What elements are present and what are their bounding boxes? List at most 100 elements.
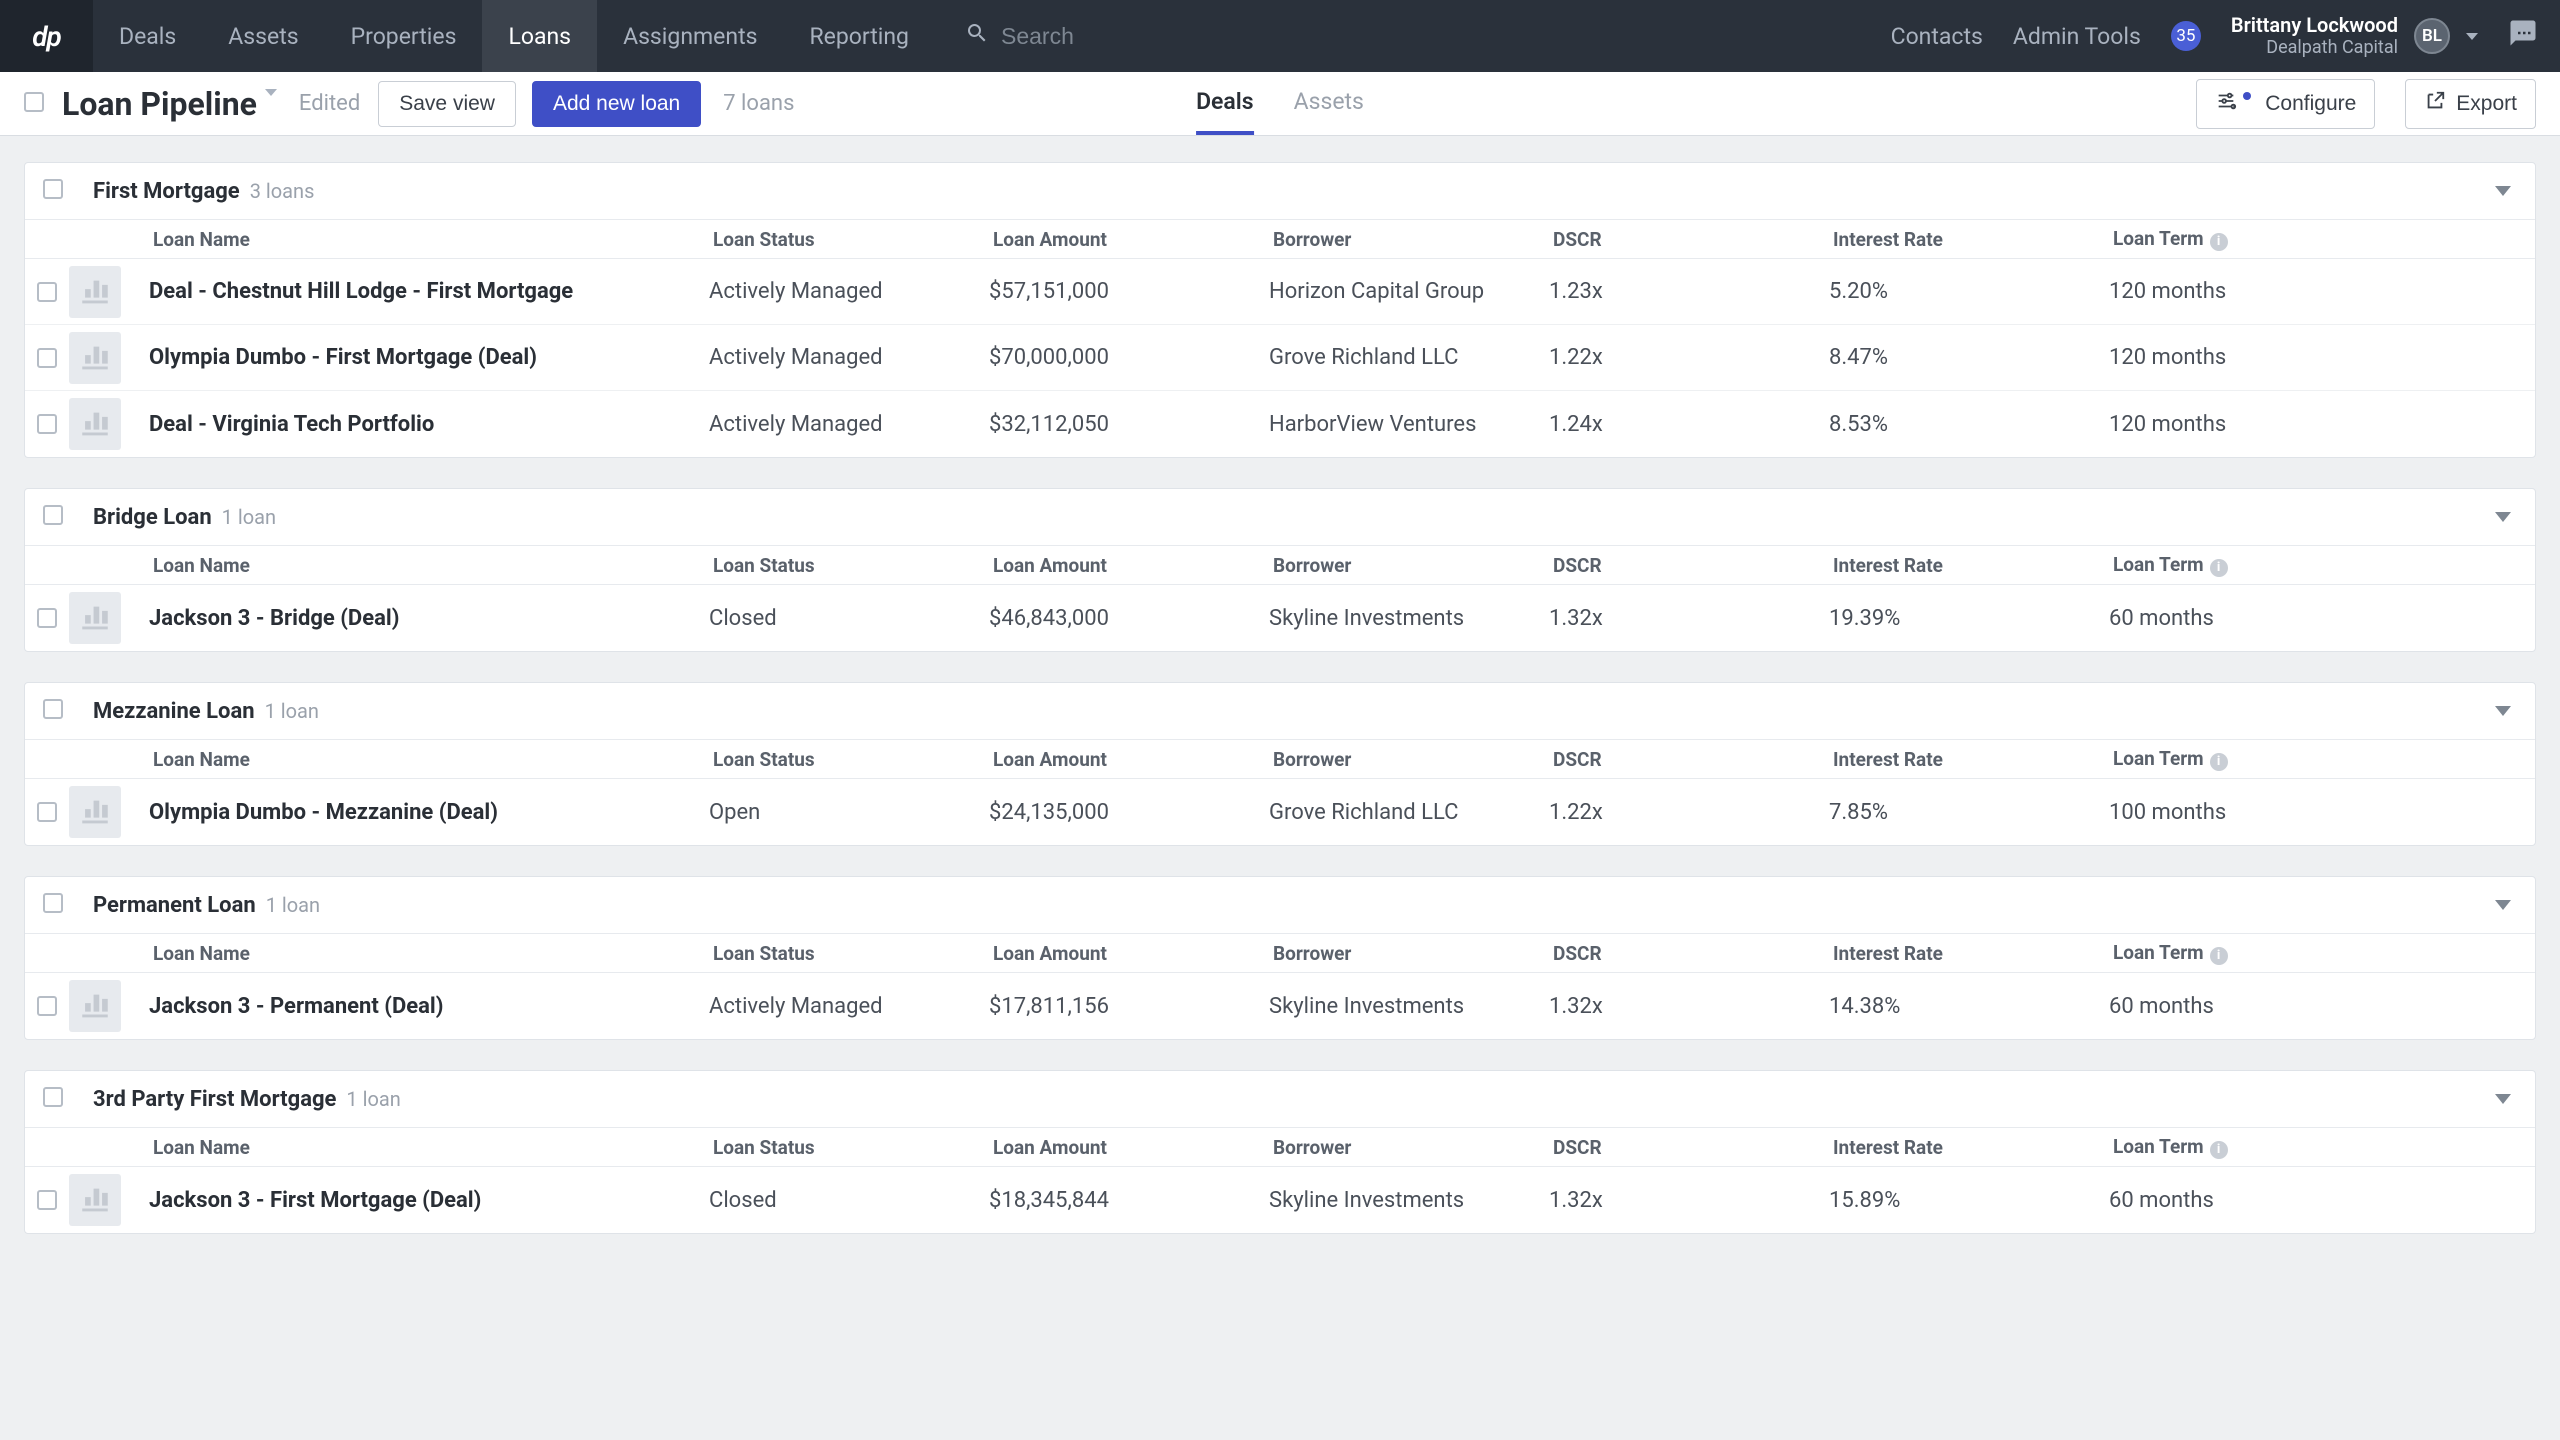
loan-name-link[interactable]: Deal - Virginia Tech Portfolio: [149, 412, 709, 437]
loan-borrower: Grove Richland LLC: [1269, 345, 1549, 370]
tab-deals[interactable]: Deals: [1196, 72, 1254, 135]
building-icon: [69, 332, 121, 384]
group-title: Permanent Loan: [93, 893, 256, 918]
tab-assets[interactable]: Assets: [1294, 72, 1364, 135]
column-header[interactable]: Borrower: [1269, 228, 1549, 251]
logo[interactable]: dp: [0, 0, 93, 72]
loan-name-link[interactable]: Olympia Dumbo - Mezzanine (Deal): [149, 800, 709, 825]
loan-name-link[interactable]: Jackson 3 - First Mortgage (Deal): [149, 1188, 709, 1213]
sliders-icon: [2215, 90, 2237, 118]
column-header[interactable]: Loan Status: [709, 228, 989, 251]
title-dropdown[interactable]: [265, 96, 277, 111]
column-header[interactable]: Loan Amount: [989, 748, 1269, 771]
column-header[interactable]: Borrower: [1269, 748, 1549, 771]
nav-item-deals[interactable]: Deals: [93, 0, 202, 72]
save-view-button[interactable]: Save view: [378, 81, 516, 127]
chevron-down-icon: [2495, 186, 2511, 196]
column-header[interactable]: Loan Status: [709, 942, 989, 965]
row-checkbox[interactable]: [25, 414, 69, 434]
column-header[interactable]: Loan Status: [709, 1136, 989, 1159]
column-headers: Loan NameLoan StatusLoan AmountBorrowerD…: [25, 933, 2535, 973]
column-header[interactable]: Interest Rate: [1829, 228, 2109, 251]
loan-amount: $46,843,000: [989, 606, 1269, 631]
column-header[interactable]: Loan Name: [149, 1136, 709, 1159]
column-header[interactable]: Borrower: [1269, 942, 1549, 965]
row-checkbox[interactable]: [25, 996, 69, 1016]
row-checkbox[interactable]: [25, 608, 69, 628]
collapse-toggle[interactable]: [2489, 177, 2517, 205]
nav-admin-tools[interactable]: Admin Tools: [2013, 23, 2141, 50]
nav-item-properties[interactable]: Properties: [325, 0, 483, 72]
loan-name-link[interactable]: Jackson 3 - Bridge (Deal): [149, 606, 709, 631]
loan-name-link[interactable]: Olympia Dumbo - First Mortgage (Deal): [149, 345, 709, 370]
building-icon: [69, 786, 121, 838]
column-header[interactable]: Loan Status: [709, 748, 989, 771]
nav-item-assets[interactable]: Assets: [202, 0, 324, 72]
group-checkbox[interactable]: [43, 893, 63, 917]
row-checkbox[interactable]: [25, 1190, 69, 1210]
column-header[interactable]: Loan Amount: [989, 1136, 1269, 1159]
column-header[interactable]: DSCR: [1549, 748, 1829, 771]
column-header[interactable]: DSCR: [1549, 942, 1829, 965]
column-header[interactable]: Loan Termi: [2109, 553, 2535, 577]
row-checkbox[interactable]: [25, 348, 69, 368]
loan-name-link[interactable]: Deal - Chestnut Hill Lodge - First Mortg…: [149, 279, 709, 304]
nav-contacts[interactable]: Contacts: [1891, 23, 1983, 50]
column-header[interactable]: Loan Amount: [989, 228, 1269, 251]
column-header[interactable]: Loan Name: [149, 228, 709, 251]
group-checkbox[interactable]: [43, 179, 63, 203]
column-header[interactable]: Loan Status: [709, 554, 989, 577]
column-header[interactable]: Borrower: [1269, 1136, 1549, 1159]
avatar: BL: [2414, 18, 2450, 54]
column-header[interactable]: Borrower: [1269, 554, 1549, 577]
add-new-loan-button[interactable]: Add new loan: [532, 81, 701, 127]
user-menu[interactable]: Brittany Lockwood Dealpath Capital BL: [2231, 13, 2478, 59]
column-header[interactable]: Loan Termi: [2109, 941, 2535, 965]
column-header[interactable]: Loan Amount: [989, 942, 1269, 965]
column-header[interactable]: DSCR: [1549, 228, 1829, 251]
column-header[interactable]: Loan Name: [149, 942, 709, 965]
column-header[interactable]: Interest Rate: [1829, 942, 2109, 965]
notification-badge[interactable]: 35: [2171, 21, 2201, 51]
column-header[interactable]: Loan Termi: [2109, 1135, 2535, 1159]
group-title: First Mortgage: [93, 179, 240, 204]
row-checkbox[interactable]: [25, 282, 69, 302]
nav-item-reporting[interactable]: Reporting: [783, 0, 935, 72]
select-all-checkbox[interactable]: [24, 92, 44, 116]
export-button[interactable]: Export: [2405, 79, 2536, 129]
column-header[interactable]: Interest Rate: [1829, 1136, 2109, 1159]
column-header[interactable]: Interest Rate: [1829, 748, 2109, 771]
column-header[interactable]: Loan Name: [149, 748, 709, 771]
group-checkbox[interactable]: [43, 505, 63, 529]
column-header[interactable]: DSCR: [1549, 554, 1829, 577]
chat-icon[interactable]: [2508, 18, 2538, 54]
loan-status: Actively Managed: [709, 279, 989, 304]
loan-group: First Mortgage3 loansLoan NameLoan Statu…: [24, 162, 2536, 458]
nav-item-assignments[interactable]: Assignments: [597, 0, 783, 72]
column-header[interactable]: Loan Name: [149, 554, 709, 577]
column-header[interactable]: Loan Amount: [989, 554, 1269, 577]
collapse-toggle[interactable]: [2489, 891, 2517, 919]
page-title: Loan Pipeline: [62, 85, 257, 123]
column-header[interactable]: DSCR: [1549, 1136, 1829, 1159]
collapse-toggle[interactable]: [2489, 697, 2517, 725]
group-checkbox[interactable]: [43, 1087, 63, 1111]
collapse-toggle[interactable]: [2489, 1085, 2517, 1113]
row-checkbox[interactable]: [25, 802, 69, 822]
column-header[interactable]: Interest Rate: [1829, 554, 2109, 577]
configure-button[interactable]: Configure: [2196, 79, 2375, 129]
table-row: Deal - Chestnut Hill Lodge - First Mortg…: [25, 259, 2535, 325]
nav-item-loans[interactable]: Loans: [482, 0, 597, 72]
loan-name-link[interactable]: Jackson 3 - Permanent (Deal): [149, 994, 709, 1019]
content: First Mortgage3 loansLoan NameLoan Statu…: [0, 136, 2560, 1290]
column-header[interactable]: Loan Termi: [2109, 747, 2535, 771]
search-input[interactable]: [1001, 23, 1297, 50]
loan-term: 60 months: [2109, 1188, 2535, 1213]
loan-amount: $70,000,000: [989, 345, 1269, 370]
group-title: Mezzanine Loan: [93, 699, 255, 724]
loan-borrower: Skyline Investments: [1269, 606, 1549, 631]
group-checkbox[interactable]: [43, 699, 63, 723]
collapse-toggle[interactable]: [2489, 503, 2517, 531]
column-header[interactable]: Loan Termi: [2109, 227, 2535, 251]
info-icon: i: [2210, 559, 2228, 577]
